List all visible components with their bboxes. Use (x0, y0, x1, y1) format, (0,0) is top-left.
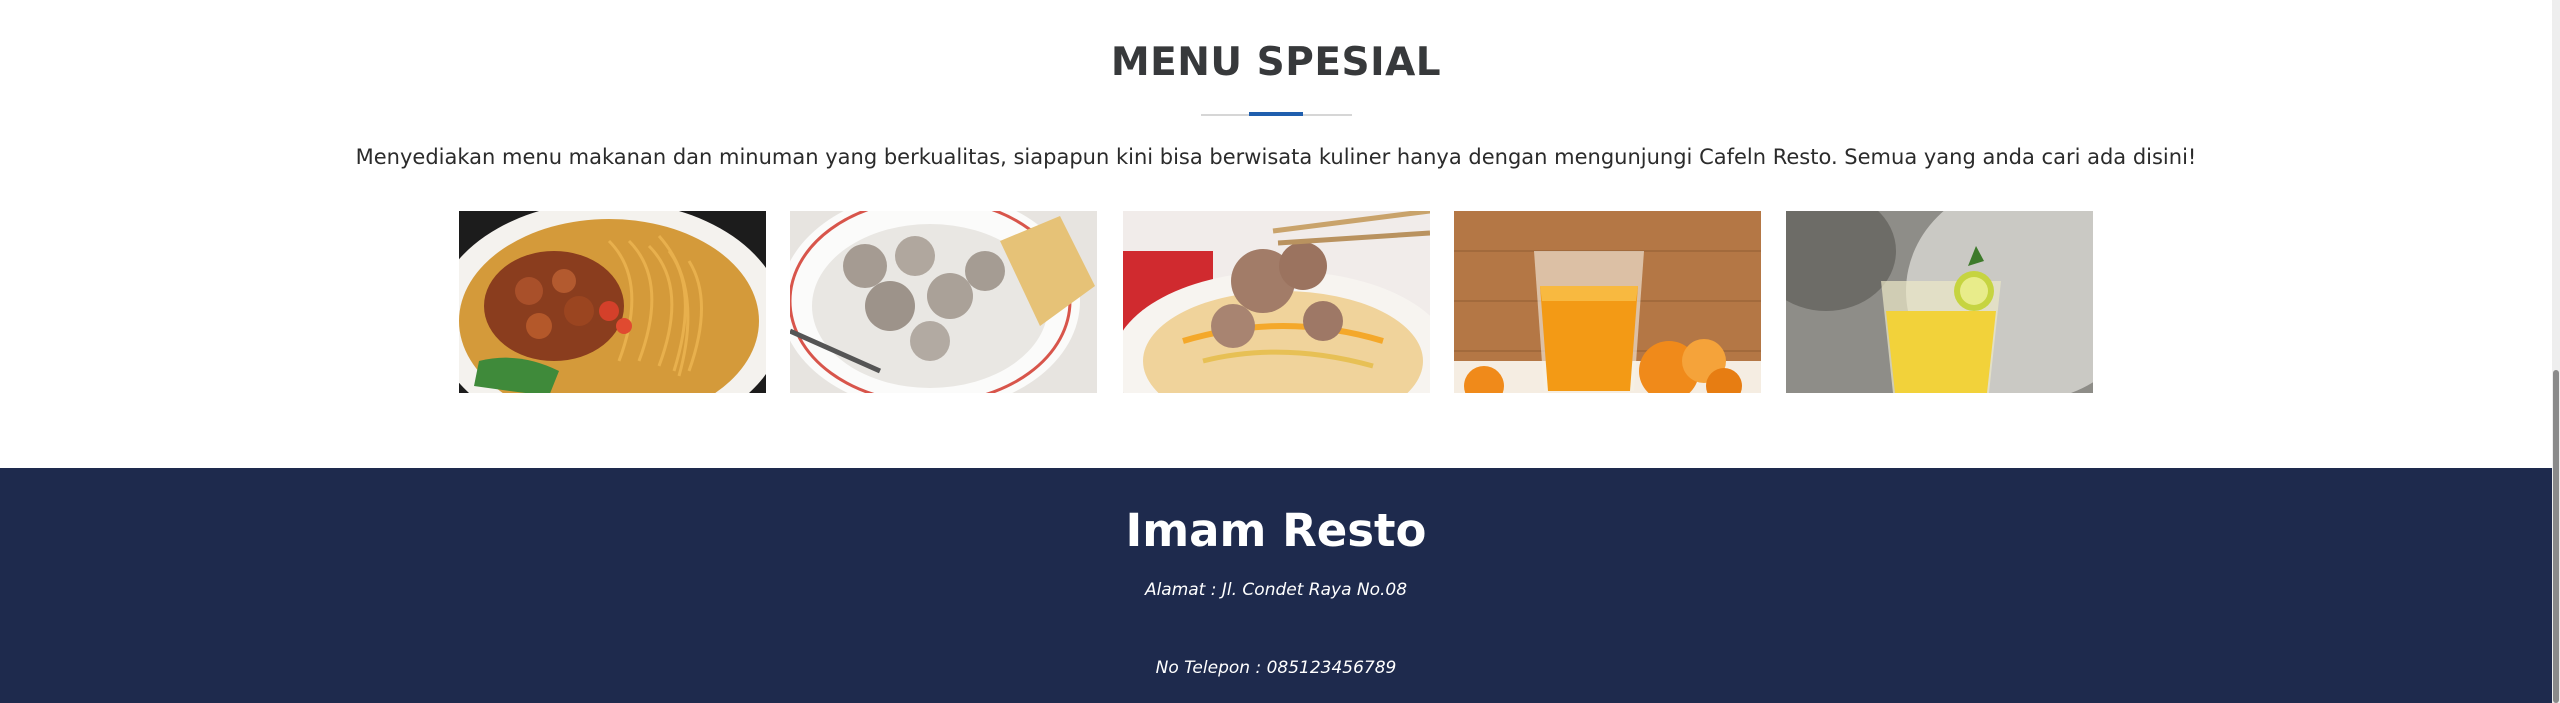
carousel-slide[interactable] (1454, 211, 1761, 393)
carousel-slide[interactable] (1786, 211, 2093, 393)
mie-ayam-image (459, 211, 766, 393)
section-description: Menyediakan menu makanan dan minuman yan… (355, 145, 2197, 169)
menu-section: MENU SPESIAL Menyediakan menu makanan da… (0, 0, 2552, 583)
footer-phone: No Telepon : 085123456789 (1155, 658, 1397, 678)
scrollbar-thumb[interactable] (2553, 370, 2559, 703)
bakso-image (790, 211, 1097, 393)
footer: Imam Resto Alamat : Jl. Condet Raya No.0… (0, 468, 2552, 703)
carousel-slide[interactable] (790, 211, 1097, 393)
carousel-slide[interactable] (1123, 211, 1430, 393)
page-scrollbar[interactable] (2552, 0, 2560, 703)
footer-address: Alamat : Jl. Condet Raya No.08 (1144, 580, 1408, 600)
menu-carousel[interactable] (459, 211, 2095, 583)
title-divider-accent (1249, 112, 1303, 116)
carousel-slide[interactable] (459, 211, 766, 393)
section-title: MENU SPESIAL (1110, 40, 1442, 85)
bakso-chopsticks-image (1123, 211, 1430, 393)
orange-juice-image (1454, 211, 1761, 393)
lemon-drink-image (1786, 211, 2093, 393)
footer-title: Imam Resto (1125, 504, 1427, 557)
